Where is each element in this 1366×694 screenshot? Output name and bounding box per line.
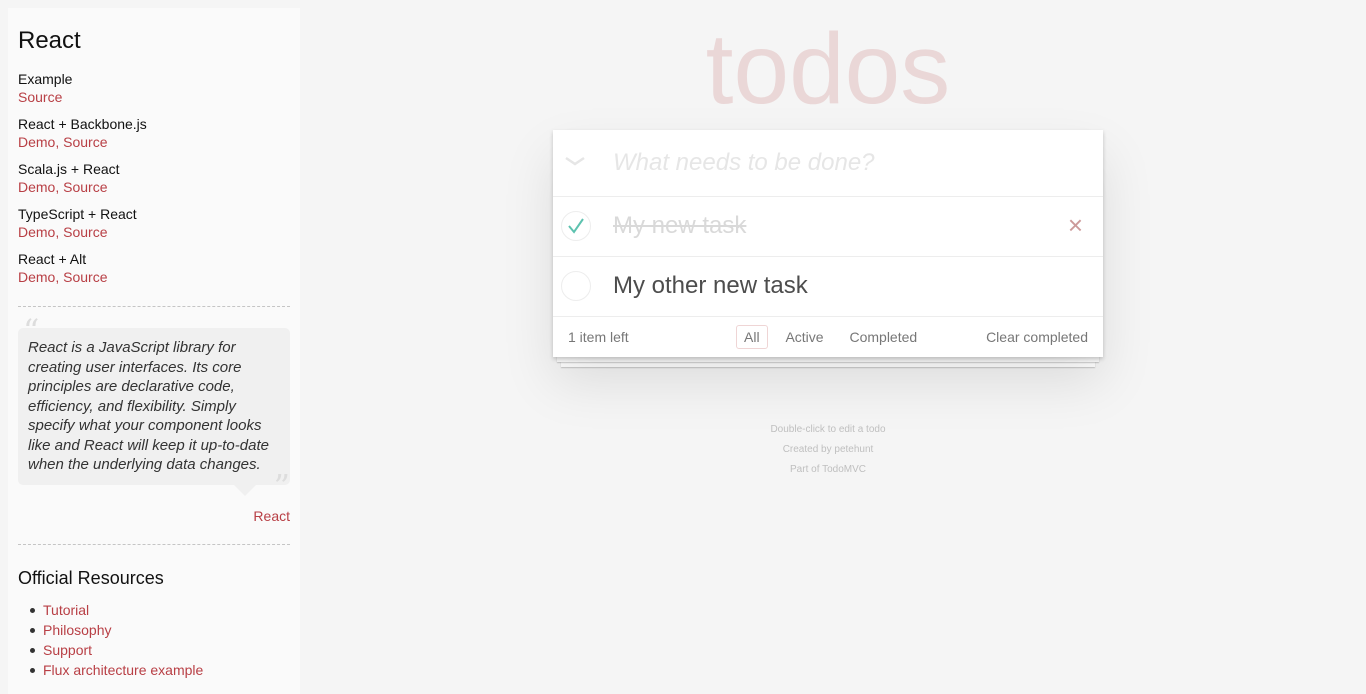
resource-link-flux[interactable]: Flux architecture example: [43, 662, 203, 678]
example-source-link[interactable]: Source: [63, 134, 107, 150]
list-item: Support: [18, 640, 290, 660]
learn-sidebar: React Example Source React + Backbone.js…: [8, 8, 300, 694]
link-separator: ,: [55, 134, 64, 150]
close-icon: ×: [1067, 210, 1083, 240]
filter-active[interactable]: Active: [777, 325, 831, 349]
resource-link-support[interactable]: Support: [43, 642, 92, 658]
example-item: React + Alt Demo, Source: [18, 250, 290, 286]
example-item: React + Backbone.js Demo, Source: [18, 115, 290, 151]
todo-app: My new task × My other new task 1 item l…: [553, 130, 1103, 357]
example-demo-link[interactable]: Demo: [18, 269, 55, 285]
checkmark-icon: [568, 218, 584, 234]
resource-link-tutorial[interactable]: Tutorial: [43, 602, 89, 618]
resources-list: Tutorial Philosophy Support Flux archite…: [18, 600, 290, 680]
todo-label[interactable]: My new task: [613, 212, 746, 240]
clear-completed-button[interactable]: Clear completed: [986, 329, 1088, 345]
quote-footer: React: [18, 508, 290, 524]
example-name: React + Backbone.js: [18, 116, 147, 132]
close-quote-icon: ”: [273, 467, 290, 505]
new-todo-input[interactable]: [613, 130, 1093, 196]
list-item: Flux architecture example: [18, 660, 290, 680]
example-demo-link[interactable]: Demo: [18, 224, 55, 240]
todo-item: My new task ×: [553, 197, 1103, 257]
example-source-link[interactable]: Source: [63, 269, 107, 285]
example-item: Example Source: [18, 70, 290, 106]
example-name: TypeScript + React: [18, 206, 137, 222]
divider: [18, 543, 290, 545]
link-separator: ,: [55, 224, 64, 240]
example-source-link[interactable]: Source: [63, 224, 107, 240]
quote-tail: [234, 484, 256, 496]
resources-title: Official Resources: [18, 567, 164, 588]
link-separator: ,: [55, 269, 64, 285]
todo-list: My new task × My other new task: [553, 197, 1103, 317]
list-item: Tutorial: [18, 600, 290, 620]
todo-footer: 1 item left All Active Completed Clear c…: [553, 317, 1103, 357]
new-todo-row: [553, 130, 1103, 197]
filter-all[interactable]: All: [736, 325, 768, 349]
example-source-link[interactable]: Source: [18, 89, 62, 105]
example-name: Scala.js + React: [18, 161, 120, 177]
examples-list: Example Source React + Backbone.js Demo,…: [18, 70, 290, 286]
example-demo-link[interactable]: Demo: [18, 134, 55, 150]
chevron-down-icon: [565, 156, 585, 166]
info-edit-hint: Double-click to edit a todo: [770, 424, 886, 435]
list-item: Philosophy: [18, 620, 290, 640]
todo-toggle-checkbox[interactable]: [561, 271, 591, 301]
example-name: React + Alt: [18, 251, 87, 267]
example-item: TypeScript + React Demo, Source: [18, 205, 290, 241]
todo-label[interactable]: My other new task: [613, 272, 808, 300]
example-item: Scala.js + React Demo, Source: [18, 160, 290, 196]
info-footer: Double-click to edit a todo Created by p…: [553, 420, 1103, 480]
divider: [18, 306, 290, 307]
open-quote-icon: “: [23, 312, 40, 350]
sidebar-title: React: [18, 27, 81, 54]
quote-text: React is a JavaScript library for creati…: [28, 339, 269, 473]
link-separator: ,: [55, 179, 64, 195]
toggle-all-button[interactable]: [563, 150, 587, 174]
filter-completed[interactable]: Completed: [841, 325, 925, 349]
example-source-link[interactable]: Source: [63, 179, 107, 195]
resource-link-philosophy[interactable]: Philosophy: [43, 622, 112, 638]
todo-count: 1 item left: [568, 329, 629, 345]
react-quote: “ React is a JavaScript library for crea…: [18, 315, 290, 502]
todo-toggle-checkbox[interactable]: [561, 211, 591, 241]
delete-todo-button[interactable]: ×: [1068, 211, 1083, 239]
filter-bar: All Active Completed: [733, 325, 928, 349]
info-credit: Created by petehunt: [782, 444, 874, 455]
quote-source-link[interactable]: React: [253, 508, 290, 524]
info-todomvc: Part of TodoMVC: [790, 464, 866, 475]
example-demo-link[interactable]: Demo: [18, 179, 55, 195]
todo-item: My other new task: [553, 257, 1103, 317]
example-name: Example: [18, 71, 73, 87]
app-title: todos: [705, 13, 951, 125]
